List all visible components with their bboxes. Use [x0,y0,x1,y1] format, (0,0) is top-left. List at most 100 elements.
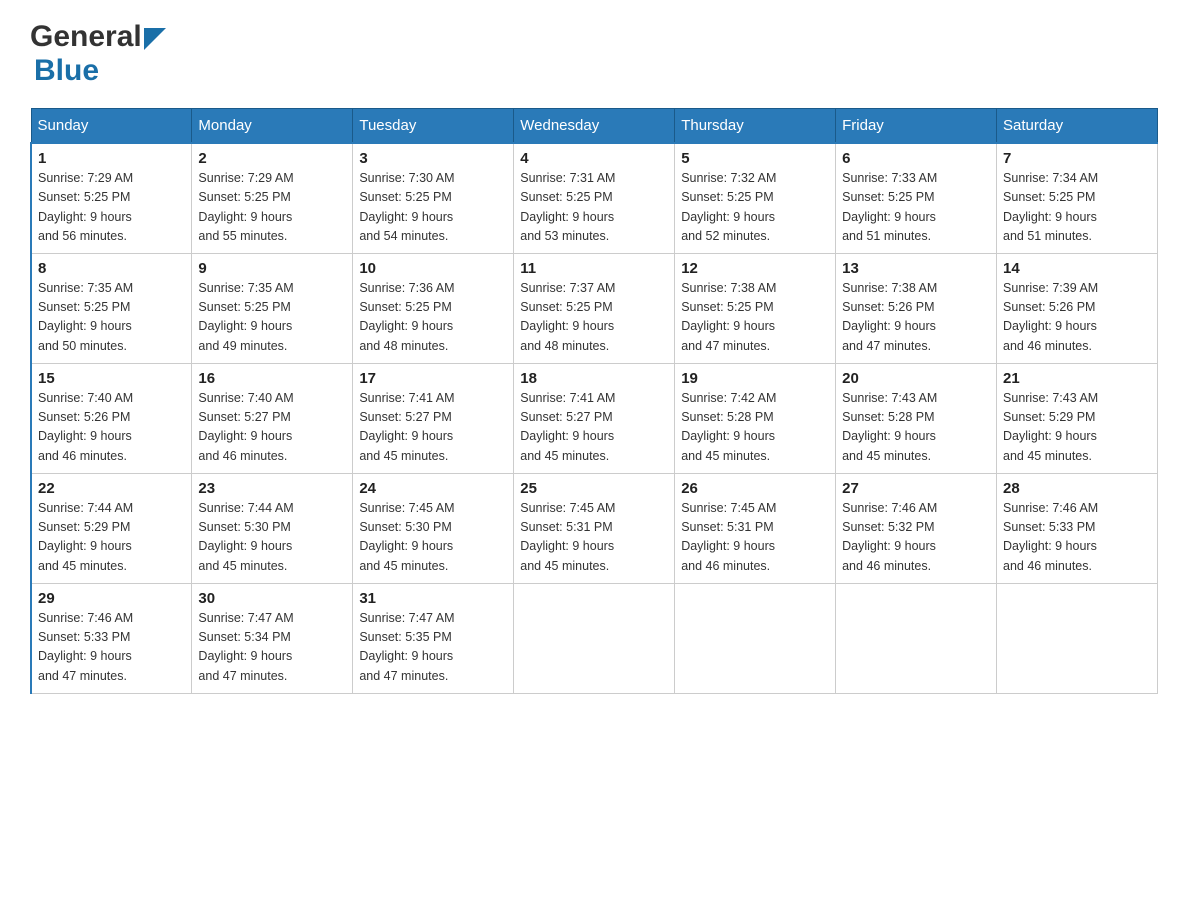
calendar-cell: 6 Sunrise: 7:33 AMSunset: 5:25 PMDayligh… [836,143,997,253]
calendar-cell: 31 Sunrise: 7:47 AMSunset: 5:35 PMDaylig… [353,583,514,693]
logo-general-text: General [30,20,142,54]
day-number: 11 [520,260,668,277]
day-number: 5 [681,150,829,167]
day-header-monday: Monday [192,109,353,144]
calendar-cell: 26 Sunrise: 7:45 AMSunset: 5:31 PMDaylig… [675,473,836,583]
day-number: 7 [1003,150,1151,167]
calendar-cell: 2 Sunrise: 7:29 AMSunset: 5:25 PMDayligh… [192,143,353,253]
calendar-cell: 24 Sunrise: 7:45 AMSunset: 5:30 PMDaylig… [353,473,514,583]
day-header-wednesday: Wednesday [514,109,675,144]
day-info: Sunrise: 7:40 AMSunset: 5:26 PMDaylight:… [38,391,133,463]
calendar-cell: 25 Sunrise: 7:45 AMSunset: 5:31 PMDaylig… [514,473,675,583]
day-number: 12 [681,260,829,277]
day-info: Sunrise: 7:46 AMSunset: 5:33 PMDaylight:… [38,611,133,683]
day-number: 6 [842,150,990,167]
calendar-cell: 9 Sunrise: 7:35 AMSunset: 5:25 PMDayligh… [192,253,353,363]
day-info: Sunrise: 7:37 AMSunset: 5:25 PMDaylight:… [520,281,615,353]
page-header: General Blue [30,20,1158,88]
calendar-cell [675,583,836,693]
day-number: 22 [38,480,185,497]
day-number: 25 [520,480,668,497]
calendar-table: SundayMondayTuesdayWednesdayThursdayFrid… [30,108,1158,694]
day-info: Sunrise: 7:33 AMSunset: 5:25 PMDaylight:… [842,171,937,243]
calendar-cell: 19 Sunrise: 7:42 AMSunset: 5:28 PMDaylig… [675,363,836,473]
day-info: Sunrise: 7:29 AMSunset: 5:25 PMDaylight:… [198,171,293,243]
calendar-cell: 20 Sunrise: 7:43 AMSunset: 5:28 PMDaylig… [836,363,997,473]
day-number: 30 [198,590,346,607]
day-number: 8 [38,260,185,277]
calendar-week-row: 8 Sunrise: 7:35 AMSunset: 5:25 PMDayligh… [31,253,1158,363]
day-info: Sunrise: 7:44 AMSunset: 5:30 PMDaylight:… [198,501,293,573]
calendar-week-row: 22 Sunrise: 7:44 AMSunset: 5:29 PMDaylig… [31,473,1158,583]
day-info: Sunrise: 7:35 AMSunset: 5:25 PMDaylight:… [38,281,133,353]
day-info: Sunrise: 7:29 AMSunset: 5:25 PMDaylight:… [38,171,133,243]
day-number: 20 [842,370,990,387]
day-info: Sunrise: 7:47 AMSunset: 5:34 PMDaylight:… [198,611,293,683]
calendar-week-row: 1 Sunrise: 7:29 AMSunset: 5:25 PMDayligh… [31,143,1158,253]
day-info: Sunrise: 7:45 AMSunset: 5:31 PMDaylight:… [681,501,776,573]
day-number: 9 [198,260,346,277]
day-number: 28 [1003,480,1151,497]
logo-arrow-icon [144,28,166,50]
calendar-cell: 21 Sunrise: 7:43 AMSunset: 5:29 PMDaylig… [997,363,1158,473]
calendar-cell: 15 Sunrise: 7:40 AMSunset: 5:26 PMDaylig… [31,363,192,473]
calendar-cell [514,583,675,693]
calendar-cell: 16 Sunrise: 7:40 AMSunset: 5:27 PMDaylig… [192,363,353,473]
calendar-cell [836,583,997,693]
day-header-thursday: Thursday [675,109,836,144]
day-info: Sunrise: 7:46 AMSunset: 5:32 PMDaylight:… [842,501,937,573]
calendar-cell: 12 Sunrise: 7:38 AMSunset: 5:25 PMDaylig… [675,253,836,363]
day-number: 14 [1003,260,1151,277]
day-info: Sunrise: 7:41 AMSunset: 5:27 PMDaylight:… [520,391,615,463]
calendar-header-row: SundayMondayTuesdayWednesdayThursdayFrid… [31,109,1158,144]
calendar-cell: 5 Sunrise: 7:32 AMSunset: 5:25 PMDayligh… [675,143,836,253]
calendar-cell: 23 Sunrise: 7:44 AMSunset: 5:30 PMDaylig… [192,473,353,583]
day-info: Sunrise: 7:43 AMSunset: 5:28 PMDaylight:… [842,391,937,463]
calendar-cell: 3 Sunrise: 7:30 AMSunset: 5:25 PMDayligh… [353,143,514,253]
day-number: 3 [359,150,507,167]
day-number: 31 [359,590,507,607]
day-info: Sunrise: 7:45 AMSunset: 5:30 PMDaylight:… [359,501,454,573]
day-info: Sunrise: 7:36 AMSunset: 5:25 PMDaylight:… [359,281,454,353]
calendar-cell: 22 Sunrise: 7:44 AMSunset: 5:29 PMDaylig… [31,473,192,583]
calendar-cell: 7 Sunrise: 7:34 AMSunset: 5:25 PMDayligh… [997,143,1158,253]
day-number: 4 [520,150,668,167]
day-number: 10 [359,260,507,277]
day-header-saturday: Saturday [997,109,1158,144]
day-number: 18 [520,370,668,387]
calendar-cell: 28 Sunrise: 7:46 AMSunset: 5:33 PMDaylig… [997,473,1158,583]
calendar-cell: 13 Sunrise: 7:38 AMSunset: 5:26 PMDaylig… [836,253,997,363]
calendar-cell [997,583,1158,693]
day-number: 15 [38,370,185,387]
calendar-cell: 4 Sunrise: 7:31 AMSunset: 5:25 PMDayligh… [514,143,675,253]
day-info: Sunrise: 7:43 AMSunset: 5:29 PMDaylight:… [1003,391,1098,463]
day-info: Sunrise: 7:44 AMSunset: 5:29 PMDaylight:… [38,501,133,573]
day-header-sunday: Sunday [31,109,192,144]
logo: General Blue [30,20,166,88]
calendar-cell: 18 Sunrise: 7:41 AMSunset: 5:27 PMDaylig… [514,363,675,473]
day-number: 16 [198,370,346,387]
calendar-cell: 14 Sunrise: 7:39 AMSunset: 5:26 PMDaylig… [997,253,1158,363]
calendar-cell: 10 Sunrise: 7:36 AMSunset: 5:25 PMDaylig… [353,253,514,363]
calendar-week-row: 29 Sunrise: 7:46 AMSunset: 5:33 PMDaylig… [31,583,1158,693]
day-number: 13 [842,260,990,277]
day-number: 2 [198,150,346,167]
day-number: 24 [359,480,507,497]
day-info: Sunrise: 7:46 AMSunset: 5:33 PMDaylight:… [1003,501,1098,573]
day-info: Sunrise: 7:38 AMSunset: 5:25 PMDaylight:… [681,281,776,353]
calendar-cell: 17 Sunrise: 7:41 AMSunset: 5:27 PMDaylig… [353,363,514,473]
day-number: 17 [359,370,507,387]
day-info: Sunrise: 7:32 AMSunset: 5:25 PMDaylight:… [681,171,776,243]
day-number: 21 [1003,370,1151,387]
day-header-friday: Friday [836,109,997,144]
day-number: 27 [842,480,990,497]
calendar-cell: 1 Sunrise: 7:29 AMSunset: 5:25 PMDayligh… [31,143,192,253]
day-info: Sunrise: 7:41 AMSunset: 5:27 PMDaylight:… [359,391,454,463]
day-info: Sunrise: 7:40 AMSunset: 5:27 PMDaylight:… [198,391,293,463]
calendar-cell: 11 Sunrise: 7:37 AMSunset: 5:25 PMDaylig… [514,253,675,363]
logo-blue-text: Blue [34,54,99,87]
calendar-cell: 8 Sunrise: 7:35 AMSunset: 5:25 PMDayligh… [31,253,192,363]
day-info: Sunrise: 7:30 AMSunset: 5:25 PMDaylight:… [359,171,454,243]
day-info: Sunrise: 7:47 AMSunset: 5:35 PMDaylight:… [359,611,454,683]
day-number: 23 [198,480,346,497]
